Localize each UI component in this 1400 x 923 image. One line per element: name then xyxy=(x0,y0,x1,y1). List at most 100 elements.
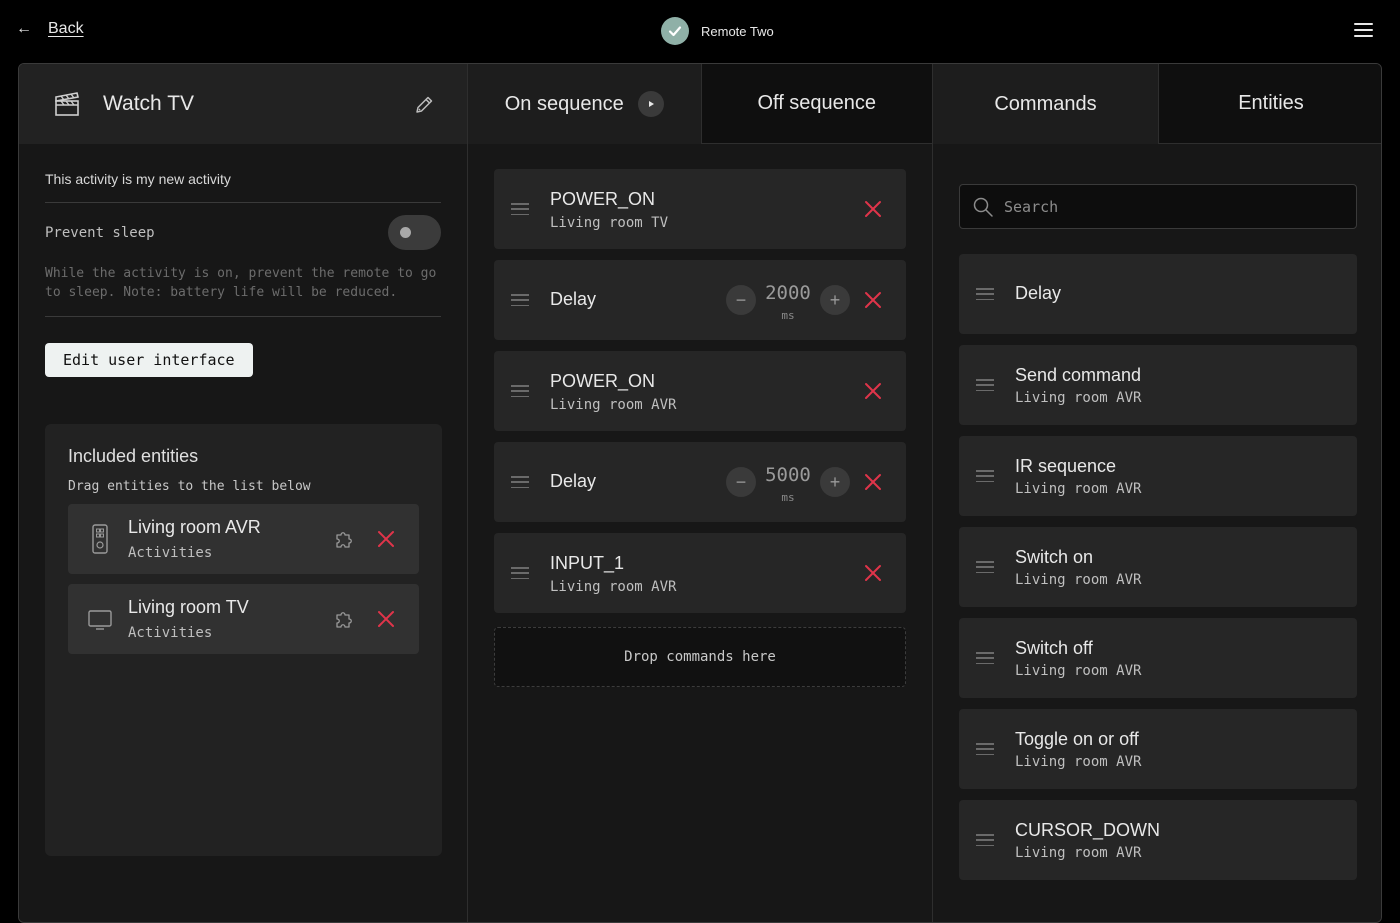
tab-commands-label: Commands xyxy=(994,92,1097,115)
remove-step-icon[interactable] xyxy=(862,289,884,311)
delay-unit: ms xyxy=(781,309,795,322)
device-status: Remote Two xyxy=(661,17,774,45)
tab-commands[interactable]: Commands xyxy=(933,64,1158,144)
drag-handle-icon[interactable] xyxy=(511,476,529,488)
commands-list: Delay Send command Living room AVR IR se… xyxy=(933,229,1381,880)
back-arrow-icon: ← xyxy=(16,20,32,37)
hamburger-menu-icon[interactable] xyxy=(1354,23,1373,37)
command-item[interactable]: Switch off Living room AVR xyxy=(959,618,1357,698)
increase-delay-button[interactable]: + xyxy=(820,285,850,315)
command-item[interactable]: IR sequence Living room AVR xyxy=(959,436,1357,516)
sequence-command-name: POWER_ON xyxy=(550,189,656,209)
entity-card[interactable]: Living room TV Activities xyxy=(68,584,419,654)
clapperboard-icon xyxy=(55,92,79,116)
puzzle-icon[interactable] xyxy=(333,528,355,550)
sequence-panel: On sequence Off sequence POWER_ON Living… xyxy=(468,64,933,922)
delay-stepper: − 2000 ms + xyxy=(726,282,850,332)
sequence-entity-name: Living room TV xyxy=(550,215,669,231)
search-box xyxy=(959,184,1357,229)
remote-icon xyxy=(92,524,108,554)
tab-off-sequence-label: Off sequence xyxy=(757,92,877,114)
prevent-sleep-label: Prevent sleep xyxy=(45,224,155,241)
prevent-sleep-toggle[interactable] xyxy=(388,215,441,250)
activity-details-panel: Watch TV This activity is my new activit… xyxy=(19,64,468,922)
delay-value[interactable]: 2000 xyxy=(756,282,820,304)
remove-step-icon[interactable] xyxy=(862,198,884,220)
entity-name: Living room TV xyxy=(128,597,249,617)
activity-header: Watch TV xyxy=(19,64,467,144)
connected-check-icon xyxy=(661,17,689,45)
remove-step-icon[interactable] xyxy=(862,380,884,402)
command-name: Switch off xyxy=(1015,638,1093,658)
drop-zone[interactable]: Drop commands here xyxy=(494,627,906,687)
sequence-list: POWER_ON Living room TV Delay − 2000 ms … xyxy=(468,144,932,687)
command-name: Toggle on or off xyxy=(1015,729,1139,749)
activity-title: Watch TV xyxy=(103,92,195,115)
command-entity: Living room AVR xyxy=(1015,481,1142,497)
sequence-item[interactable]: Delay − 5000 ms + xyxy=(494,442,906,522)
tab-on-sequence[interactable]: On sequence xyxy=(468,64,701,144)
drag-handle-icon[interactable] xyxy=(511,203,529,215)
command-entity: Living room AVR xyxy=(1015,663,1142,679)
activity-description[interactable]: This activity is my new activity xyxy=(45,171,441,203)
sequence-command-name: INPUT_1 xyxy=(550,553,625,573)
commands-panel: Commands Entities Delay Send command Liv… xyxy=(933,64,1381,922)
included-entities-hint: Drag entities to the list below xyxy=(68,479,311,494)
command-item[interactable]: Delay xyxy=(959,254,1357,334)
drag-handle-icon[interactable] xyxy=(511,567,529,579)
drag-handle-icon[interactable] xyxy=(511,385,529,397)
drag-handle-icon[interactable] xyxy=(976,561,994,573)
entity-card[interactable]: Living room AVR Activities xyxy=(68,504,419,574)
sequence-entity-name: Living room AVR xyxy=(550,579,677,595)
tv-icon xyxy=(88,610,112,630)
delay-label: Delay xyxy=(550,471,597,491)
sequence-item[interactable]: INPUT_1 Living room AVR xyxy=(494,533,906,613)
prevent-sleep-note: While the activity is on, prevent the re… xyxy=(45,264,441,317)
search-input[interactable] xyxy=(1004,185,1344,228)
command-name: IR sequence xyxy=(1015,456,1117,476)
tab-off-sequence[interactable]: Off sequence xyxy=(700,64,932,144)
play-icon[interactable] xyxy=(637,91,664,117)
remove-step-icon[interactable] xyxy=(862,471,884,493)
puzzle-icon[interactable] xyxy=(333,608,355,630)
drag-handle-icon[interactable] xyxy=(976,379,994,391)
back-link[interactable]: ← Back xyxy=(16,20,84,38)
drag-handle-icon[interactable] xyxy=(976,288,994,300)
command-item[interactable]: Send command Living room AVR xyxy=(959,345,1357,425)
edit-pencil-icon[interactable] xyxy=(413,94,435,116)
sequence-item[interactable]: POWER_ON Living room AVR xyxy=(494,351,906,431)
drag-handle-icon[interactable] xyxy=(976,652,994,664)
command-item[interactable]: CURSOR_DOWN Living room AVR xyxy=(959,800,1357,880)
top-bar: ← Back Remote Two xyxy=(0,0,1400,62)
delay-stepper: − 5000 ms + xyxy=(726,464,850,514)
command-entity: Living room AVR xyxy=(1015,572,1142,588)
sequence-item[interactable]: Delay − 2000 ms + xyxy=(494,260,906,340)
search-icon xyxy=(973,197,993,217)
command-item[interactable]: Toggle on or off Living room AVR xyxy=(959,709,1357,789)
edit-user-interface-button[interactable]: Edit user interface xyxy=(45,343,253,377)
drag-handle-icon[interactable] xyxy=(511,294,529,306)
remove-entity-icon[interactable] xyxy=(375,528,397,550)
back-label: Back xyxy=(48,20,84,37)
increase-delay-button[interactable]: + xyxy=(820,467,850,497)
device-name: Remote Two xyxy=(701,23,774,39)
command-entity: Living room AVR xyxy=(1015,390,1142,406)
sequence-entity-name: Living room AVR xyxy=(550,397,677,413)
command-name: Send command xyxy=(1015,365,1142,385)
drag-handle-icon[interactable] xyxy=(976,743,994,755)
drag-handle-icon[interactable] xyxy=(976,470,994,482)
delay-unit: ms xyxy=(781,491,795,504)
command-entity: Living room AVR xyxy=(1015,845,1142,861)
command-item[interactable]: Switch on Living room AVR xyxy=(959,527,1357,607)
command-name: CURSOR_DOWN xyxy=(1015,820,1161,840)
decrease-delay-button[interactable]: − xyxy=(726,467,756,497)
command-name: Switch on xyxy=(1015,547,1094,567)
remove-step-icon[interactable] xyxy=(862,562,884,584)
decrease-delay-button[interactable]: − xyxy=(726,285,756,315)
drag-handle-icon[interactable] xyxy=(976,834,994,846)
delay-label: Delay xyxy=(550,289,597,309)
delay-value[interactable]: 5000 xyxy=(756,464,820,486)
remove-entity-icon[interactable] xyxy=(375,608,397,630)
sequence-item[interactable]: POWER_ON Living room TV xyxy=(494,169,906,249)
tab-entities[interactable]: Entities xyxy=(1158,64,1381,144)
